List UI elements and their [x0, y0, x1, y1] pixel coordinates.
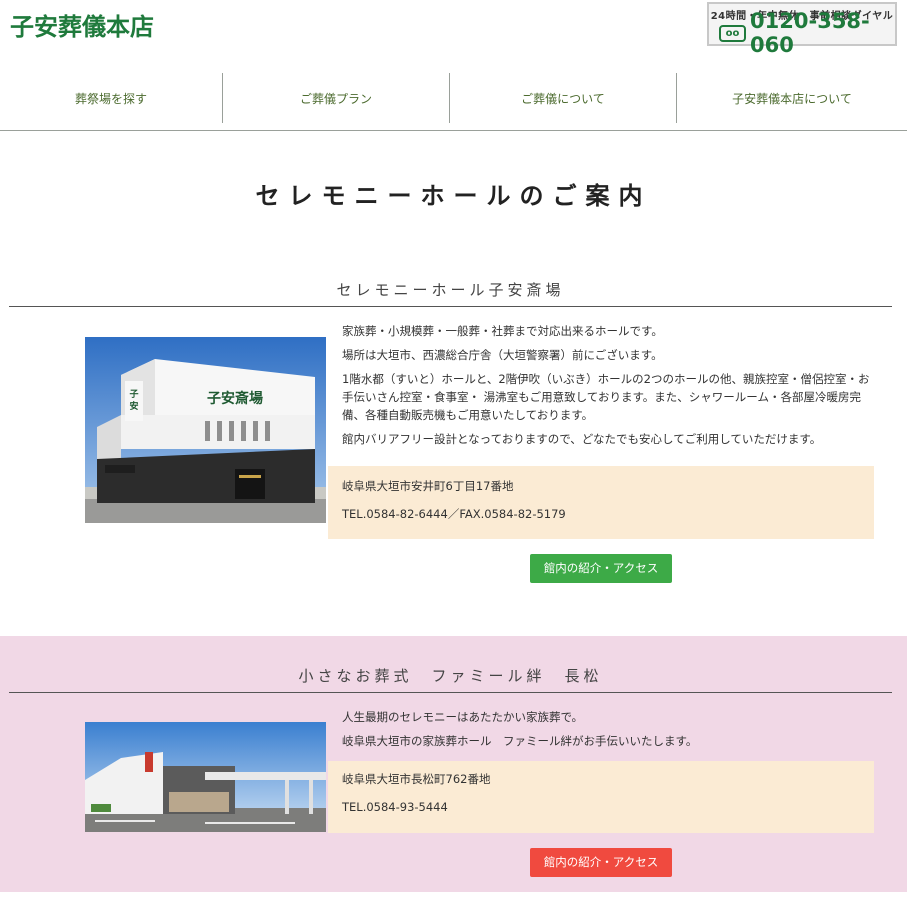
- hall-desc-paragraph: 人生最期のセレモニーはあたたかい家族葬で。: [342, 710, 584, 724]
- nav-item-funeral-plans[interactable]: ご葬儀プラン: [223, 73, 450, 123]
- svg-text:子: 子: [129, 389, 138, 400]
- free-dial-icon: oo: [719, 24, 747, 42]
- nav-item-about-company[interactable]: 子安葬儀本店について: [677, 73, 907, 123]
- hall-tel: TEL.0584-93-5444: [342, 800, 448, 814]
- hall-desc-paragraph: 場所は大垣市、西濃総合庁舎（大垣警察署）前にございます。: [342, 348, 663, 362]
- phone-number[interactable]: 0120-358-060: [750, 9, 895, 57]
- nav-item-find-hall[interactable]: 葬祭場を探す: [0, 73, 223, 123]
- hall-photo-famille-image: [85, 722, 326, 832]
- page-title: セレモニーホールのご案内: [255, 182, 652, 210]
- phone-dial-banner[interactable]: 24時間・年中無休 事前相談ダイヤル oo 0120-358-060: [707, 2, 897, 57]
- hall-sign-text: 子安斎場: [207, 390, 263, 407]
- hall-access-button-koyasu[interactable]: 館内の紹介・アクセス: [530, 554, 672, 583]
- hall-description-famille: 人生最期のセレモニーはあたたかい家族葬で。 岐阜県大垣市の家族葬ホール ファミー…: [342, 708, 870, 756]
- hall-access-button-famille[interactable]: 館内の紹介・アクセス: [530, 848, 672, 877]
- hall-address-box-famille: 岐阜県大垣市長松町762番地 TEL.0584-93-5444: [328, 761, 874, 833]
- hall-title-koyasu: セレモニーホール子安斎場: [9, 279, 892, 307]
- hall-photo-koyasu-image: 子安斎場 子 安: [85, 337, 326, 523]
- hall-description-koyasu: 家族葬・小規模葬・一般葬・社葬まで対応出来るホールです。 場所は大垣市、西濃総合…: [342, 322, 870, 454]
- hall-address: 岐阜県大垣市安井町6丁目17番地: [342, 479, 514, 493]
- dial-number-row: oo 0120-358-060: [719, 9, 895, 57]
- site-logo[interactable]: 子安葬儀本店: [10, 7, 154, 42]
- global-nav: 葬祭場を探す ご葬儀プラン ご葬儀について 子安葬儀本店について: [0, 73, 907, 131]
- hall-address: 岐阜県大垣市長松町762番地: [342, 772, 491, 786]
- hall-address-box-koyasu: 岐阜県大垣市安井町6丁目17番地 TEL.0584-82-6444／FAX.05…: [328, 466, 874, 539]
- hall-desc-paragraph: 1階水都（すいと）ホールと、2階伊吹（いぶき）ホールの2つのホールの他、親族控室…: [342, 372, 870, 422]
- hall-tel-fax: TEL.0584-82-6444／FAX.0584-82-5179: [342, 507, 566, 521]
- hall-desc-paragraph: 家族葬・小規模葬・一般葬・社葬まで対応出来るホールです。: [342, 324, 663, 338]
- hall-photo-koyasu[interactable]: 子安斎場 子 安: [85, 337, 326, 523]
- svg-text:安: 安: [129, 400, 138, 412]
- nav-item-about-funerals[interactable]: ご葬儀について: [450, 73, 677, 123]
- hall-title-famille: 小さなお葬式 ファミール絆 長松: [9, 665, 892, 693]
- site-header: 子安葬儀本店 24時間・年中無休 事前相談ダイヤル oo 0120-358-06…: [0, 0, 907, 60]
- hall-desc-paragraph: 岐阜県大垣市の家族葬ホール ファミール絆がお手伝いいたします。: [342, 734, 698, 748]
- hall-desc-paragraph: 館内バリアフリー設計となっておりますので、どなたでも安心してご利用していただけま…: [342, 432, 822, 446]
- hall-photo-famille[interactable]: [85, 722, 326, 832]
